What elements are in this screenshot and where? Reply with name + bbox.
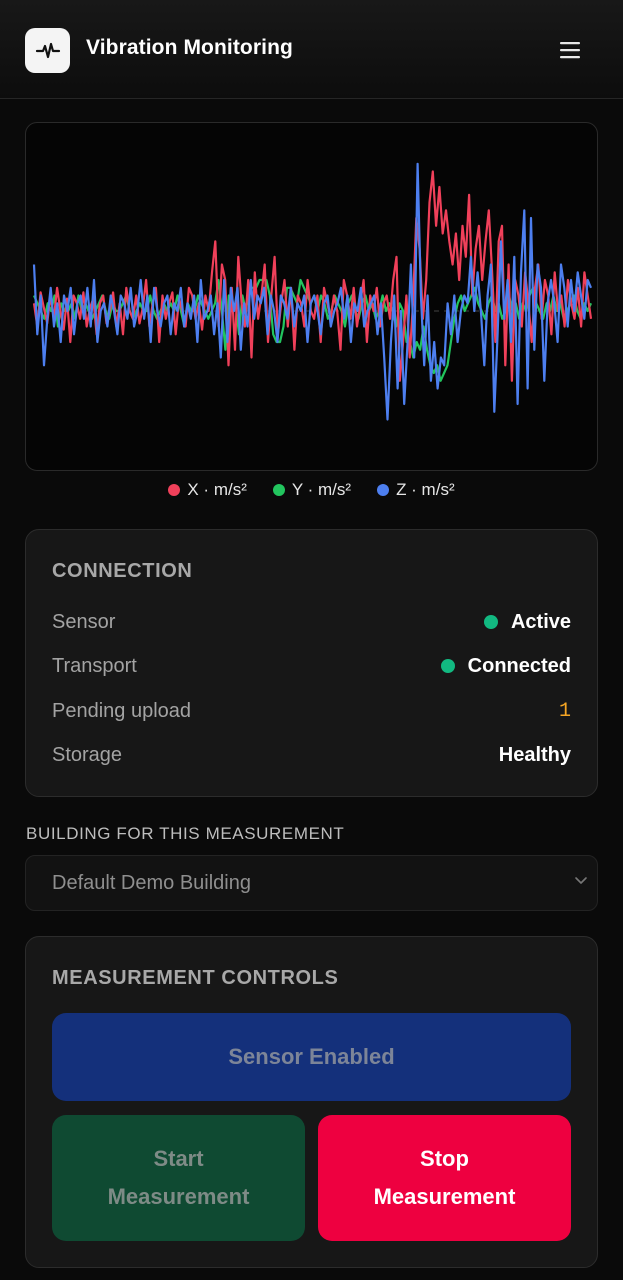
app-header: Vibration Monitoring [0, 0, 623, 99]
transport-row: Transport Connected [52, 651, 571, 681]
legend-dot-z [377, 484, 390, 496]
pending-upload-label: Pending upload [52, 699, 192, 722]
app-logo [25, 28, 70, 73]
sensor-enabled-label: Sensor Enabled [228, 1044, 395, 1069]
stop-measurement-label: Stop Measurement [374, 1140, 516, 1216]
legend-item-z: Z · m/s² [377, 478, 455, 502]
connection-card: CONNECTION Sensor Active Transport Conne… [25, 529, 598, 797]
start-label-line2: Measurement [107, 1184, 250, 1209]
status-dot-icon [440, 659, 455, 673]
legend-label-y: Y · m/s² [291, 480, 352, 499]
start-measurement-button[interactable]: Start Measurement [52, 1115, 305, 1241]
building-label: BUILDING FOR THIS MEASUREMENT [26, 824, 345, 843]
building-select[interactable]: Default Demo Building [25, 855, 598, 911]
chart-canvas [32, 162, 593, 421]
sensor-label: Sensor [52, 610, 116, 633]
sensor-enabled-button[interactable]: Sensor Enabled [52, 1013, 571, 1101]
transport-status: Connected [440, 654, 571, 678]
series-line-x [32, 170, 593, 382]
chart-legend: X · m/s² Y · m/s² Z · m/s² [0, 478, 623, 502]
pending-upload-value: 1 [558, 699, 571, 723]
vibration-chart [25, 122, 598, 471]
pulse-icon [35, 42, 60, 58]
legend-label-z: Z · m/s² [396, 480, 455, 499]
pending-upload-row: Pending upload 1 [52, 696, 571, 726]
legend-item-y: Y · m/s² [272, 478, 352, 502]
storage-value: Healthy [498, 743, 571, 766]
start-measurement-label: Start Measurement [108, 1140, 250, 1216]
sensor-row: Sensor Active [52, 607, 571, 637]
legend-dot-y [272, 484, 285, 496]
legend-label-x: X · m/s² [187, 480, 247, 499]
app-title: Vibration Monitoring [86, 36, 293, 59]
measurement-controls-card: MEASUREMENT CONTROLS Sensor Enabled Star… [25, 936, 598, 1268]
connection-title: CONNECTION [52, 560, 193, 582]
series-line-z [32, 162, 593, 421]
storage-row: Storage Healthy [52, 740, 571, 770]
legend-item-x: X · m/s² [168, 478, 247, 502]
start-label-line1: Start [153, 1146, 204, 1171]
transport-label: Transport [52, 654, 137, 677]
stop-measurement-button[interactable]: Stop Measurement [318, 1115, 571, 1241]
stop-label-line1: Stop [420, 1146, 469, 1171]
sensor-status: Active [483, 610, 571, 634]
building-selected-value: Default Demo Building [52, 871, 251, 894]
legend-dot-x [168, 484, 181, 496]
measurement-controls-title: MEASUREMENT CONTROLS [52, 967, 339, 989]
chevron-down-icon [575, 877, 587, 884]
sensor-value: Active [510, 610, 571, 633]
transport-value: Connected [467, 654, 571, 677]
hamburger-menu-icon[interactable] [556, 35, 584, 65]
storage-label: Storage [52, 743, 123, 766]
stop-label-line2: Measurement [373, 1184, 516, 1209]
status-dot-icon [483, 615, 498, 629]
